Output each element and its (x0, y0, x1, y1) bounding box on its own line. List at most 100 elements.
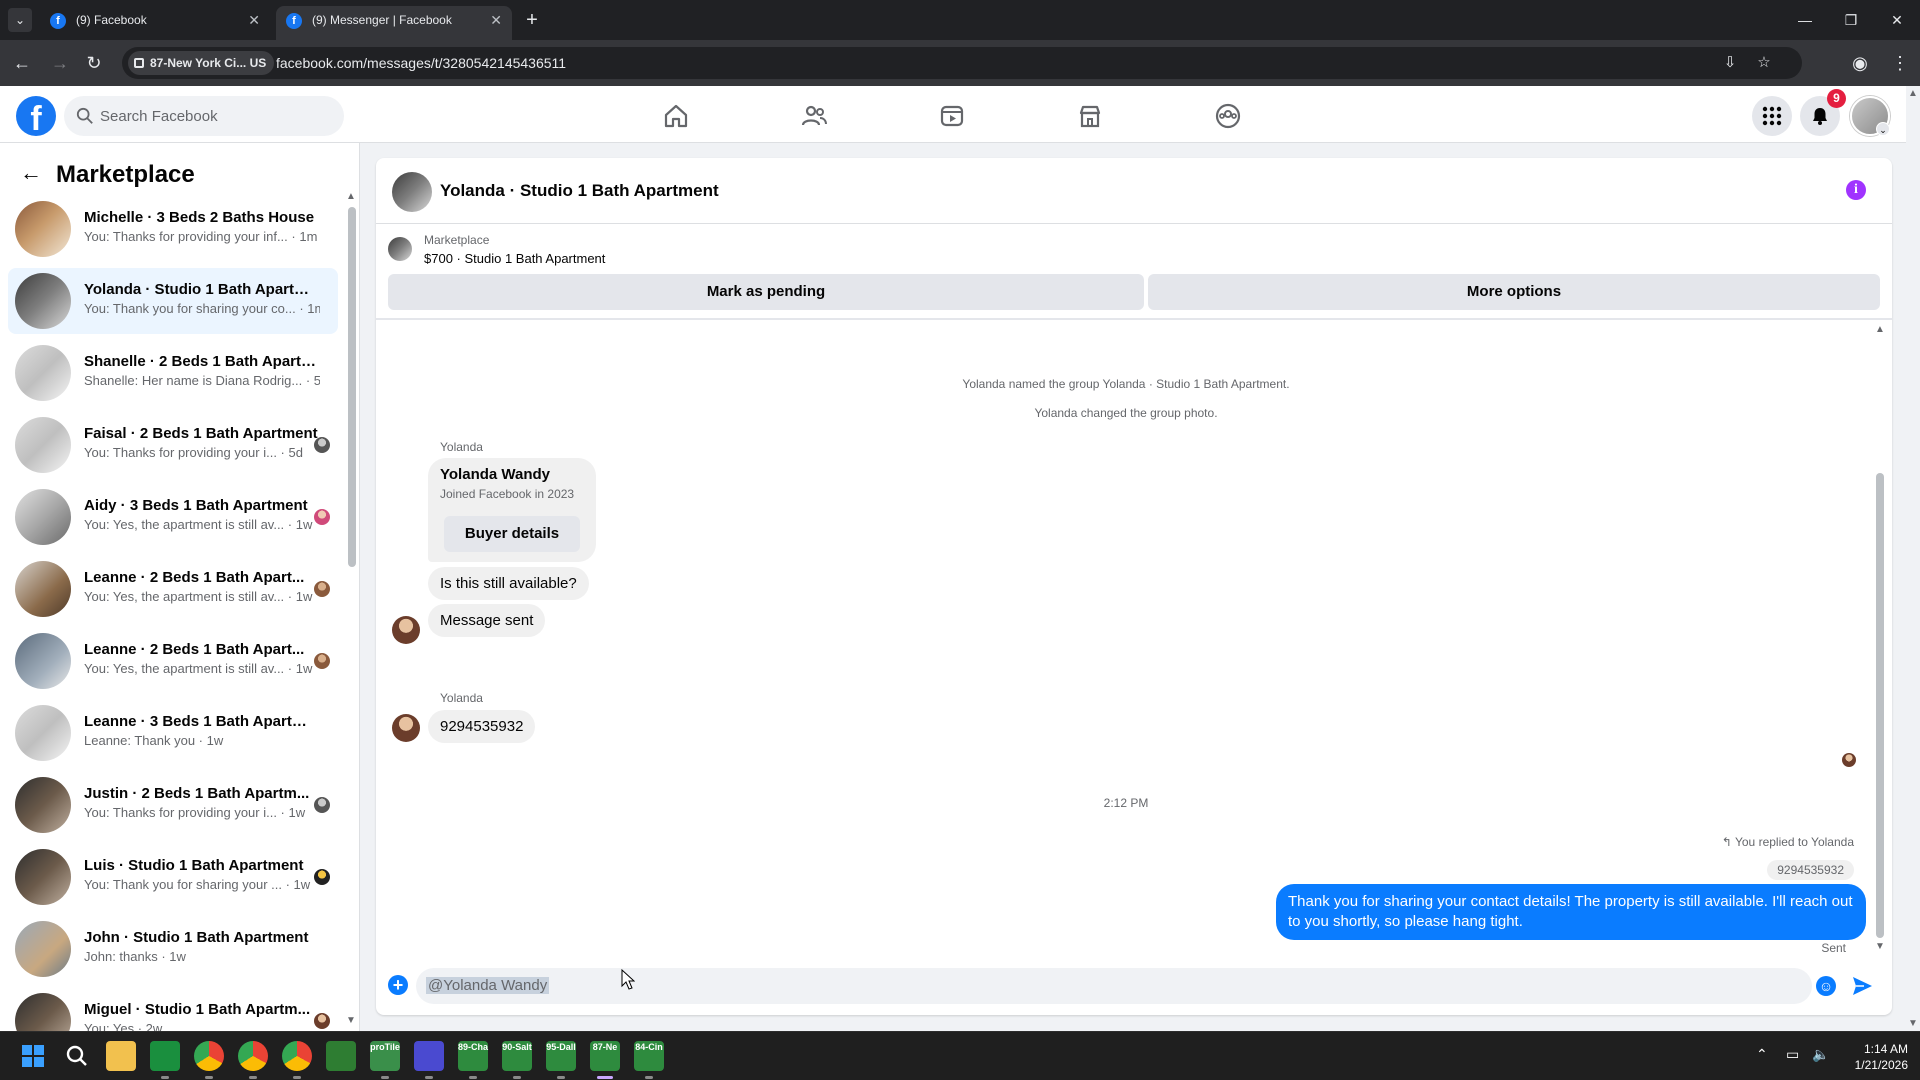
video-icon[interactable] (934, 98, 970, 134)
new-tab-icon[interactable]: + (520, 8, 544, 32)
mark-as-pending-button[interactable]: Mark as pending (388, 274, 1144, 310)
app-icon[interactable] (326, 1041, 356, 1071)
listing-banner[interactable]: Marketplace $700 · Studio 1 Bath Apartme… (376, 225, 1892, 281)
app-icon[interactable] (150, 1041, 180, 1071)
chat-scrollbar[interactable] (1876, 473, 1884, 938)
system-clock[interactable]: 1:14 AM 1/21/2026 (1838, 1041, 1908, 1073)
chrome-icon[interactable] (194, 1041, 224, 1071)
app-icon[interactable]: 84-Cin (634, 1041, 664, 1071)
conversation-item[interactable]: Leanne · 2 Beds 1 Bath Apart... You: Yes… (8, 556, 338, 622)
browser-tab-facebook[interactable]: f (9) Facebook ✕ (40, 6, 270, 40)
sender-avatar[interactable] (392, 714, 420, 742)
group-avatar[interactable] (392, 172, 432, 212)
reply-label: You replied to Yolanda (1734, 835, 1854, 849)
back-icon[interactable]: ← (10, 51, 34, 75)
more-options-button[interactable]: More options (1148, 274, 1880, 310)
conversation-preview: You: Thank you for sharing your ... · 1w (84, 877, 311, 892)
chevron-up-icon[interactable]: ⌃ (1756, 1046, 1768, 1063)
conversation-preview: John: thanks · 1w (84, 949, 186, 964)
start-icon[interactable] (18, 1041, 48, 1071)
conversation-item[interactable]: Aidy · 3 Beds 1 Bath Apartment You: Yes,… (8, 484, 338, 550)
conversation-preview: You: Yes, the apartment is still av... ·… (84, 517, 313, 532)
tab-title: (9) Facebook (76, 13, 147, 27)
chat-title[interactable]: Yolanda · Studio 1 Bath Apartment (440, 181, 719, 201)
message-bubble: Is this still available? (428, 567, 589, 600)
app-icon[interactable]: 95-Dall (546, 1041, 576, 1071)
send-icon[interactable] (1850, 974, 1874, 998)
conversation-name: Justin · 2 Beds 1 Bath Apartm... (84, 785, 310, 802)
install-app-icon[interactable]: ⇩ (1720, 53, 1740, 73)
conversation-item[interactable]: Miguel · Studio 1 Bath Apartm... You: Ye… (8, 988, 338, 1031)
emoji-icon[interactable]: ☺ (1816, 976, 1836, 996)
conversation-item-selected[interactable]: Yolanda · Studio 1 Bath Apartment You: T… (8, 268, 338, 334)
facebook-logo-icon[interactable]: f (16, 96, 56, 136)
account-chevron-down-icon[interactable]: ⌄ (1876, 122, 1890, 136)
outgoing-message-bubble: Thank you for sharing your contact detai… (1276, 884, 1866, 940)
conversation-name: Leanne · 2 Beds 1 Bath Apart... (84, 569, 305, 586)
chrome-icon[interactable] (238, 1041, 268, 1071)
forward-icon[interactable]: → (48, 51, 72, 75)
profile-icon[interactable]: ◉ (1848, 51, 1872, 75)
scroll-down-icon[interactable]: ▼ (1875, 941, 1885, 952)
app-label: proTile (370, 1042, 400, 1052)
scroll-up-icon[interactable]: ▲ (346, 191, 356, 202)
page-scroll-up-icon[interactable]: ▲ (1908, 88, 1918, 99)
message-bubble: Message sent (428, 604, 546, 637)
minimize-icon[interactable]: — (1782, 0, 1828, 40)
running-indicator (249, 1076, 257, 1079)
conversation-item[interactable]: Faisal · 2 Beds 1 Bath Apartment You: Th… (8, 412, 338, 478)
close-tab-icon[interactable]: ✕ (248, 6, 260, 34)
plus-icon[interactable]: + (388, 975, 408, 995)
app-icon[interactable]: proTile (370, 1041, 400, 1071)
file-explorer-icon[interactable] (106, 1041, 136, 1071)
address-bar[interactable]: 87-New York Ci... US facebook.com/messag… (122, 47, 1802, 79)
search-input[interactable] (100, 96, 330, 136)
home-icon[interactable] (658, 98, 694, 134)
menu-grid-icon[interactable] (1752, 96, 1792, 136)
sender-name: Yolanda (440, 440, 483, 454)
page-scroll-down-icon[interactable]: ▼ (1908, 1018, 1918, 1029)
windows-taskbar: proTile 89-Cha 90-Salt 95-Dall 87-Ne 84-… (0, 1031, 1920, 1080)
conversation-item[interactable]: Leanne · 2 Beds 1 Bath Apart... You: Yes… (8, 628, 338, 694)
facebook-search[interactable] (64, 96, 344, 136)
chrome-icon[interactable] (282, 1041, 312, 1071)
conversation-item[interactable]: Leanne · 3 Beds 1 Bath Apartment Leanne:… (8, 700, 338, 766)
info-icon[interactable]: i (1846, 180, 1866, 200)
tab-search-chevron-icon[interactable]: ⌄ (8, 8, 32, 32)
app-icon[interactable]: 89-Cha (458, 1041, 488, 1071)
sidebar-scrollbar[interactable] (348, 207, 356, 567)
marketplace-icon[interactable] (1072, 98, 1108, 134)
buyer-details-button[interactable]: Buyer details (444, 516, 580, 552)
quoted-message[interactable]: 9294535932 (1767, 860, 1854, 880)
url-text[interactable]: facebook.com/messages/t/3280542145436511 (276, 47, 566, 79)
friends-icon[interactable] (796, 98, 832, 134)
restore-icon[interactable]: ❐ (1828, 0, 1874, 40)
conversation-item[interactable]: Luis · Studio 1 Bath Apartment You: Than… (8, 844, 338, 910)
app-label: 89-Cha (458, 1042, 489, 1052)
close-window-icon[interactable]: ✕ (1874, 0, 1920, 40)
site-info-chip[interactable]: 87-New York Ci... US (128, 51, 275, 75)
conversation-item[interactable]: John · Studio 1 Bath Apartment John: tha… (8, 916, 338, 982)
scroll-down-icon[interactable]: ▼ (346, 1015, 356, 1026)
seen-avatar (314, 437, 330, 453)
conversation-item[interactable]: Justin · 2 Beds 1 Bath Apartm... You: Th… (8, 772, 338, 838)
conversation-item[interactable]: Shanelle · 2 Beds 1 Bath Apartm... Shane… (8, 340, 338, 406)
conversation-name: Yolanda · Studio 1 Bath Apartment (84, 281, 320, 298)
back-arrow-icon[interactable]: ← (20, 161, 44, 185)
close-tab-icon[interactable]: ✕ (490, 6, 502, 34)
app-icon[interactable]: 87-Ne (590, 1041, 620, 1071)
browser-tab-messenger[interactable]: f (9) Messenger | Facebook ✕ (276, 6, 512, 40)
network-icon[interactable]: ▭ (1786, 1046, 1799, 1063)
sender-avatar[interactable] (392, 616, 420, 644)
bookmark-star-icon[interactable]: ☆ (1754, 53, 1774, 73)
app-icon[interactable]: 90-Salt (502, 1041, 532, 1071)
scroll-up-icon[interactable]: ▲ (1875, 324, 1885, 335)
volume-icon[interactable]: 🔈 (1812, 1046, 1829, 1063)
search-icon[interactable] (62, 1041, 92, 1071)
groups-icon[interactable] (1210, 98, 1246, 134)
kebab-menu-icon[interactable]: ⋮ (1888, 51, 1912, 75)
listing-thumbnail (15, 417, 71, 473)
conversation-item[interactable]: Michelle · 3 Beds 2 Baths House You: Tha… (8, 196, 338, 262)
app-icon[interactable] (414, 1041, 444, 1071)
reload-icon[interactable]: ↻ (82, 51, 106, 75)
